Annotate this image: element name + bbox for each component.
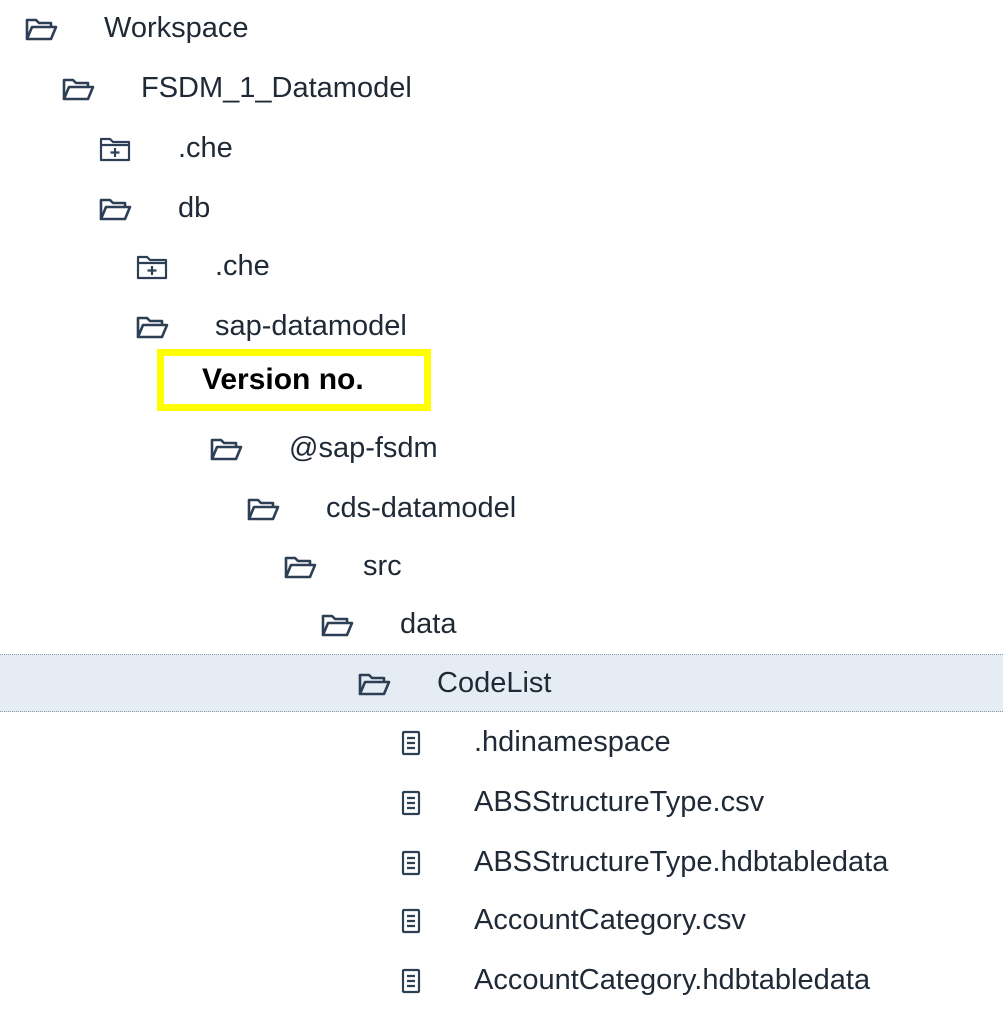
tree-file-item[interactable]: .hdinamespace — [0, 714, 1003, 772]
file-icon — [394, 850, 428, 881]
tree-folder-item[interactable]: cds-datamodel — [0, 480, 1003, 538]
open-folder-icon — [320, 612, 354, 643]
tree-item-label: AccountCategory.csv — [474, 904, 746, 936]
tree-item-label: FSDM_1_Datamodel — [141, 72, 412, 104]
tree-item-label: .che — [178, 132, 233, 164]
tree-folder-item[interactable]: db — [0, 180, 1003, 238]
tree-item-label: CodeList — [437, 667, 552, 699]
tree-file-item[interactable]: AccountCategory.csv — [0, 892, 1003, 950]
collapsed-folder-icon — [135, 254, 169, 285]
tree-item-label: src — [363, 550, 402, 582]
tree-folder-item[interactable]: sap-datamodel — [0, 298, 1003, 356]
tree-file-item[interactable]: AccountCategory.hdbtabledata — [0, 952, 1003, 1010]
file-icon — [394, 908, 428, 939]
tree-folder-item[interactable]: .che — [0, 238, 1003, 296]
file-icon — [394, 730, 428, 761]
open-folder-icon — [246, 496, 280, 527]
open-folder-icon — [283, 554, 317, 585]
open-folder-icon — [61, 76, 95, 107]
tree-folder-item[interactable]: @sap-fsdm — [0, 420, 1003, 478]
tree-item-label: ABSStructureType.hdbtabledata — [474, 846, 889, 878]
tree-item-label: ABSStructureType.csv — [474, 786, 765, 818]
tree-folder-item[interactable]: Workspace — [0, 0, 1003, 58]
version-annotation-box: Version no. — [157, 349, 431, 411]
tree-item-label: AccountCategory.hdbtabledata — [474, 964, 871, 996]
tree-folder-item[interactable]: src — [0, 538, 1003, 596]
collapsed-folder-icon — [98, 136, 132, 167]
open-folder-icon — [98, 196, 132, 227]
file-icon — [394, 968, 428, 999]
tree-file-item[interactable]: ABSStructureType.hdbtabledata — [0, 834, 1003, 892]
tree-file-item[interactable]: ABSStructureType.csv — [0, 774, 1003, 832]
tree-folder-item[interactable]: data — [0, 596, 1003, 654]
tree-item-label: cds-datamodel — [326, 492, 517, 524]
tree-folder-item[interactable]: FSDM_1_Datamodel — [0, 60, 1003, 118]
tree-item-label: db — [178, 192, 211, 224]
file-icon — [394, 790, 428, 821]
version-annotation-label: Version no. — [202, 363, 364, 396]
tree-item-label: Workspace — [104, 12, 249, 44]
tree-folder-item[interactable]: .che — [0, 120, 1003, 178]
tree-item-label: sap-datamodel — [215, 310, 407, 342]
open-folder-icon — [357, 671, 391, 702]
tree-item-label: @sap-fsdm — [289, 432, 438, 464]
tree-item-label: data — [400, 608, 457, 640]
tree-item-label: .hdinamespace — [474, 726, 671, 758]
open-folder-icon — [24, 16, 58, 47]
open-folder-icon — [135, 314, 169, 345]
open-folder-icon — [209, 436, 243, 467]
tree-folder-item[interactable]: CodeList — [0, 654, 1003, 712]
tree-item-label: .che — [215, 250, 270, 282]
file-tree: Workspace FSDM_1_Datamodel .che db .che sap-d… — [0, 0, 1003, 996]
